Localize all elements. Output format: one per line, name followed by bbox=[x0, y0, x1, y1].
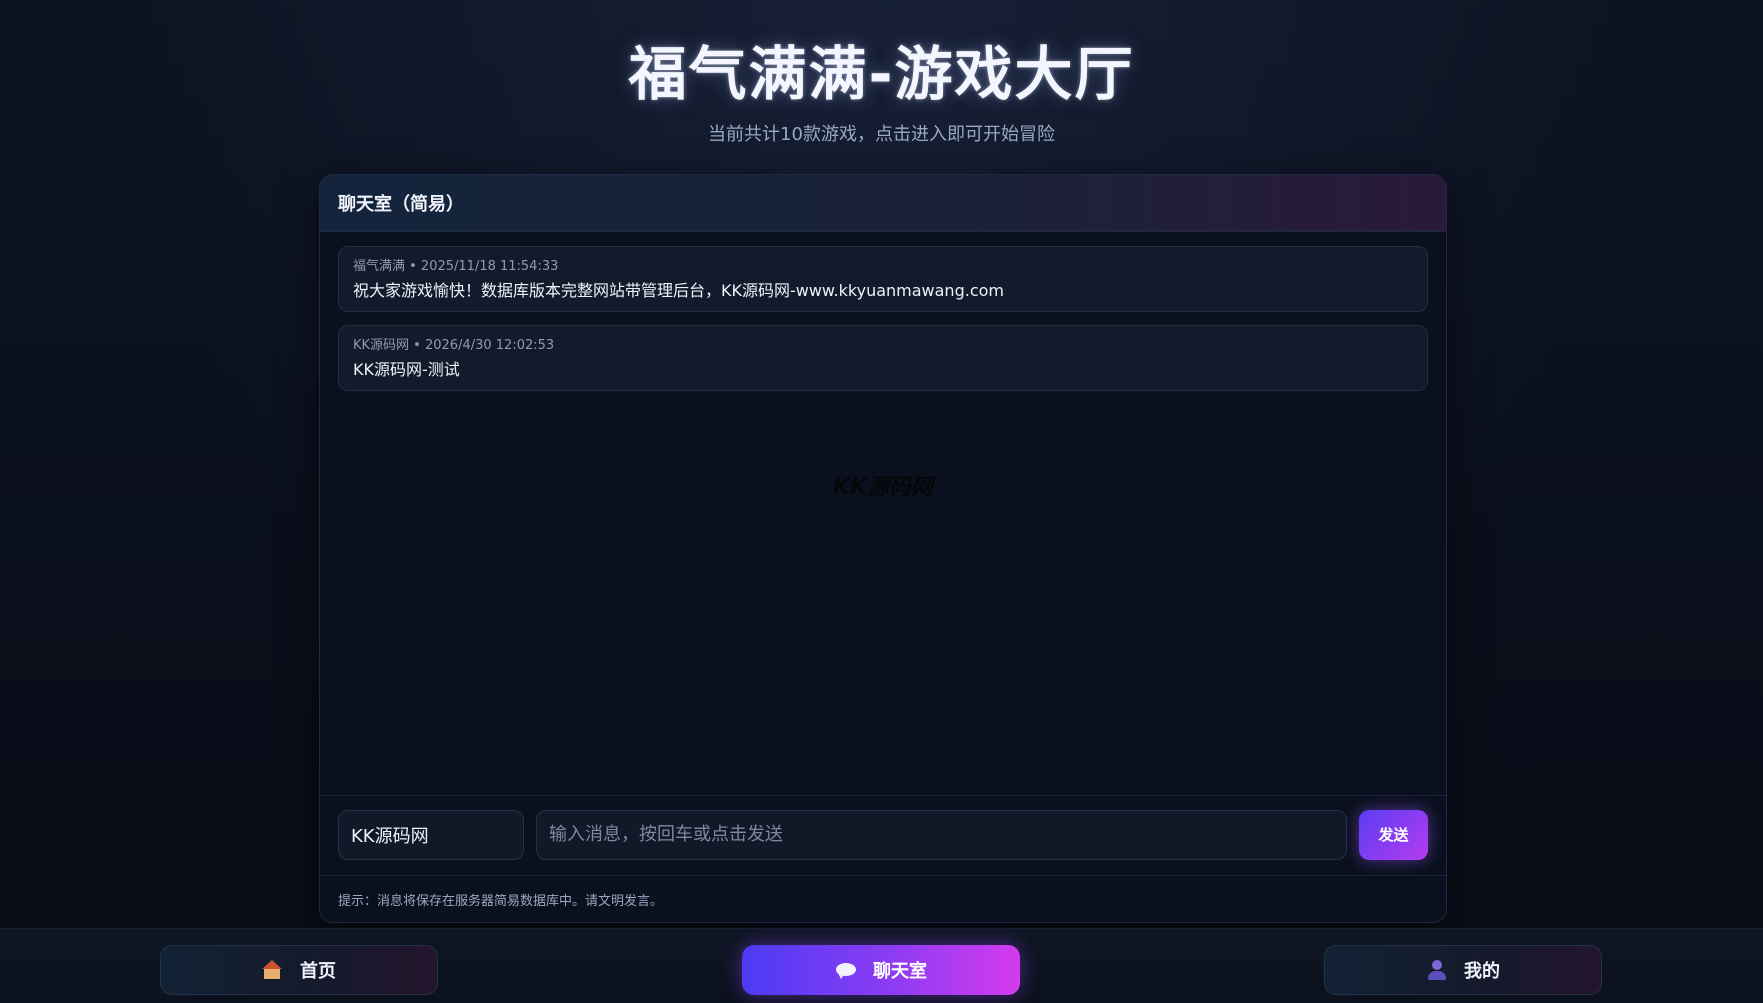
nav-mine-button[interactable]: 我的 bbox=[1324, 945, 1602, 995]
message-meta: KK源码网 • 2026/4/30 12:02:53 bbox=[353, 338, 555, 353]
chat-header: 聊天室（简易） bbox=[320, 175, 1446, 232]
page-title: 福气满满-游戏大厅 bbox=[628, 40, 1135, 108]
message-input[interactable] bbox=[536, 809, 1347, 860]
page-subtitle: 当前共计10款游戏，点击进入即可开始冒险 bbox=[708, 124, 1055, 145]
user-icon bbox=[1426, 959, 1448, 981]
message-text: KK源码网-测试 bbox=[353, 360, 460, 379]
nav-chat-button[interactable]: 聊天室 bbox=[742, 945, 1020, 995]
message-text: 祝大家游戏愉快！数据库版本完整网站带管理后台，KK源码网-www.kkyuanm… bbox=[353, 281, 1004, 300]
watermark: KK源码网 bbox=[832, 475, 934, 500]
nav-mine-label: 我的 bbox=[1464, 961, 1500, 982]
nickname-input[interactable] bbox=[338, 809, 524, 860]
bottom-nav: 首页 聊天室 我的 bbox=[0, 928, 1763, 1003]
chat-panel: 聊天室（简易） 福气满满 • 2025/11/18 11:54:33 祝大家游戏… bbox=[319, 174, 1447, 923]
send-button[interactable]: 发送 bbox=[1359, 809, 1428, 860]
chat-tip: 提示：消息将保存在服务器简易数据库中。请文明发言。 bbox=[320, 875, 1446, 922]
message-meta: 福气满满 • 2025/11/18 11:54:33 bbox=[353, 259, 559, 274]
chat-title: 聊天室（简易） bbox=[338, 194, 464, 215]
nav-home-button[interactable]: 首页 bbox=[160, 945, 438, 995]
page-header: 福气满满-游戏大厅 当前共计10款游戏，点击进入即可开始冒险 bbox=[0, 38, 1763, 146]
speech-bubble-icon bbox=[835, 959, 857, 981]
nav-home-label: 首页 bbox=[300, 961, 336, 982]
chat-input-row: 发送 bbox=[320, 795, 1446, 873]
tip-text: 提示：消息将保存在服务器简易数据库中。请文明发言。 bbox=[338, 893, 664, 909]
house-icon bbox=[262, 959, 284, 981]
nav-chat-label: 聊天室 bbox=[873, 961, 927, 982]
message-item: 福气满满 • 2025/11/18 11:54:33 祝大家游戏愉快！数据库版本… bbox=[338, 246, 1428, 312]
message-item: KK源码网 • 2026/4/30 12:02:53 KK源码网-测试 bbox=[338, 325, 1428, 391]
